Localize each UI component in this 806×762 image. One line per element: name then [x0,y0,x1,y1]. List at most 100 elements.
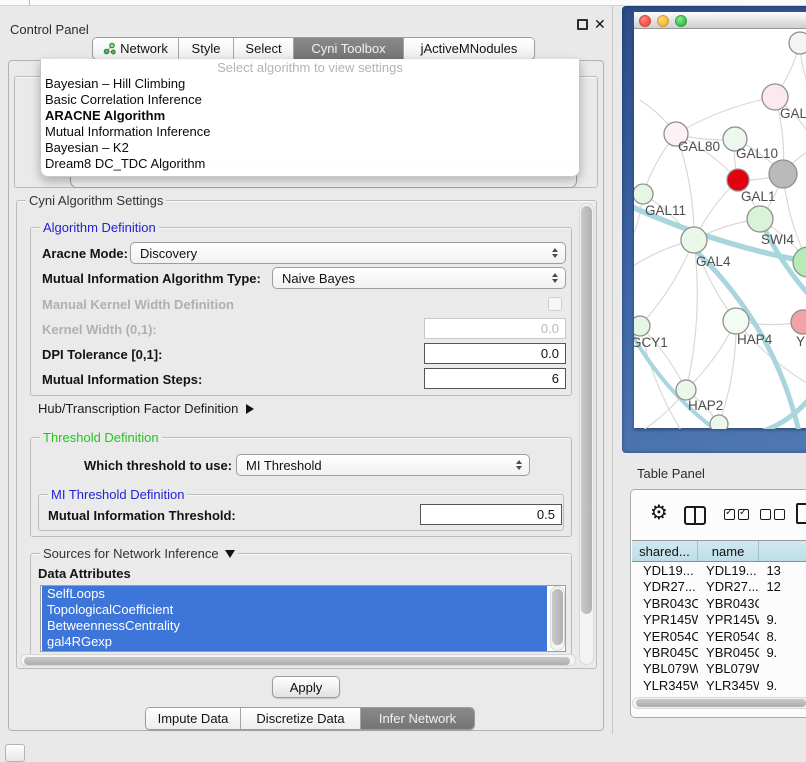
settings-gear-icon[interactable]: ⚙ [650,503,668,523]
tab-style[interactable]: Style [179,38,234,59]
table-cell[interactable]: 12 [759,579,806,595]
manual-kernel-checkbox[interactable] [548,297,562,311]
close-panel-icon[interactable]: ✕ [594,16,606,33]
table-cell[interactable]: YDR27... [632,579,698,595]
network-edge[interactable] [676,97,775,134]
network-node-gcy1[interactable] [634,316,650,336]
bottom-tab-discretize-data[interactable]: Discretize Data [241,708,361,729]
data-attribute-item[interactable]: TopologicalCoefficient [42,602,547,618]
table-cell[interactable]: YBL079W [698,661,759,677]
select-all-icon[interactable] [724,509,749,520]
tab-jactivemnodules[interactable]: jActiveMNodules [404,38,534,59]
attr-list-scroll-thumb[interactable] [552,589,563,645]
table-cell[interactable]: YER054C [698,629,759,645]
mac-close-button[interactable] [639,15,651,27]
table-row[interactable]: YER054CYER054C8. [632,629,806,645]
mi-threshold-field[interactable]: 0.5 [420,504,562,525]
table-cell[interactable]: YBR045C [698,645,759,661]
aracne-mode-combo[interactable]: Discovery [130,242,566,264]
network-node-lefta[interactable] [634,184,653,204]
bottom-tab-infer-network[interactable]: Infer Network [361,708,474,729]
expand-right-icon[interactable] [246,404,254,414]
table-hscroll-thumb[interactable] [636,699,806,707]
table-cell[interactable]: 13 [759,563,806,579]
network-node-gal1[interactable] [747,206,773,232]
kernel-width-field[interactable]: 0.0 [424,318,566,339]
table-cell[interactable]: 9. [759,645,806,661]
network-node-pinkr[interactable] [791,310,806,334]
column-header[interactable]: shared... [632,541,698,561]
table-cell[interactable]: YDL19... [632,563,698,579]
mi-steps-field[interactable]: 6 [424,368,566,389]
hub-section[interactable]: Hub/Transcription Factor Definition [38,401,254,416]
table-cell[interactable]: 9. [759,678,806,694]
network-node-hap4[interactable] [723,308,749,334]
mac-minimize-button[interactable] [657,15,669,27]
bottom-tab-impute-data[interactable]: Impute Data [146,708,241,729]
network-node-biggreen[interactable] [793,247,806,277]
algorithm-option[interactable]: Bayesian – K2 [41,140,579,156]
algorithm-option[interactable]: Bayesian – Hill Climbing [41,76,579,92]
table-cell[interactable]: YBL079W [632,661,698,677]
table-cell[interactable]: YDR27... [698,579,759,595]
attr-list-scrollbar[interactable] [550,586,565,651]
settings-vscroll-thumb[interactable] [581,206,592,614]
algorithm-option[interactable]: Dream8 DC_TDC Algorithm [41,156,579,172]
mi-type-combo[interactable]: Naive Bayes [272,267,566,289]
network-node-hap2[interactable] [676,380,696,400]
table-cell[interactable]: YPR145W [632,612,698,628]
table-cell[interactable]: YLR345W [632,678,698,694]
data-attribute-item[interactable]: BetweennessCentrality [42,618,547,634]
table-row[interactable]: YPR145WYPR145W9. [632,612,806,628]
column-header[interactable] [759,541,806,561]
data-attribute-item[interactable]: gal4RGexp [42,634,547,650]
table-cell[interactable] [759,596,806,612]
algorithm-option[interactable]: Mutual Information Inference [41,124,579,140]
settings-vscrollbar[interactable] [579,203,594,665]
network-node-ntop[interactable] [789,32,806,54]
dpi-tolerance-field[interactable]: 0.0 [424,343,566,364]
table-cell[interactable]: YBR043C [632,596,698,612]
collapse-down-icon[interactable] [225,550,235,558]
file-icon[interactable] [796,503,806,524]
table-cell[interactable]: YBR043C [698,596,759,612]
network-graph[interactable]: GALGAL80GAL10GAL1GAL11SWI4GAL4GCY1HAP4YH… [634,29,806,429]
data-attribute-item[interactable]: SelfLoops [42,586,547,602]
data-attributes-list[interactable]: SelfLoopsTopologicalCoefficientBetweenne… [40,585,566,652]
table-row[interactable]: YBL079WYBL079W [632,661,806,677]
table-cell[interactable]: YBR045C [632,645,698,661]
tab-network[interactable]: Network [93,38,179,59]
tab-select[interactable]: Select [234,38,294,59]
network-node-gal4[interactable] [681,227,707,253]
network-node-graynode[interactable] [769,160,797,188]
column-header[interactable]: name [698,541,760,561]
minimized-panel-icon[interactable] [5,744,25,762]
float-window-icon[interactable] [577,19,588,30]
algorithm-option[interactable]: ARACNE Algorithm [41,108,579,124]
network-edge[interactable] [640,240,694,326]
table-row[interactable]: YLR345WYLR345W9. [632,678,806,694]
table-cell[interactable]: 8. [759,629,806,645]
settings-hscrollbar[interactable] [20,654,576,666]
deselect-all-icon[interactable] [760,509,785,520]
settings-hscroll-thumb[interactable] [24,657,570,665]
apply-button[interactable]: Apply [272,676,340,698]
table-cell[interactable]: YLR345W [698,678,759,694]
table-cell[interactable]: YER054C [632,629,698,645]
data-attribute-item-partial[interactable] [42,650,547,652]
mac-zoom-button[interactable] [675,15,687,27]
algorithm-option[interactable]: Basic Correlation Inference [41,92,579,108]
table-cell[interactable]: YPR145W [698,612,759,628]
table-row[interactable]: YDL19...YDL19...13 [632,563,806,579]
which-threshold-combo[interactable]: MI Threshold [236,454,530,476]
table-cell[interactable]: YDL19... [698,563,759,579]
network-node-rednode[interactable] [727,169,749,191]
table-row[interactable]: YBR043CYBR043C [632,596,806,612]
split-columns-icon[interactable] [684,506,706,525]
table-cell[interactable] [759,661,806,677]
network-node-bottoma[interactable] [710,415,728,429]
tab-cyni-toolbox[interactable]: Cyni Toolbox [294,38,404,59]
table-cell[interactable]: 9. [759,612,806,628]
table-row[interactable]: YBR045CYBR045C9. [632,645,806,661]
table-row[interactable]: YDR27...YDR27...12 [632,579,806,595]
